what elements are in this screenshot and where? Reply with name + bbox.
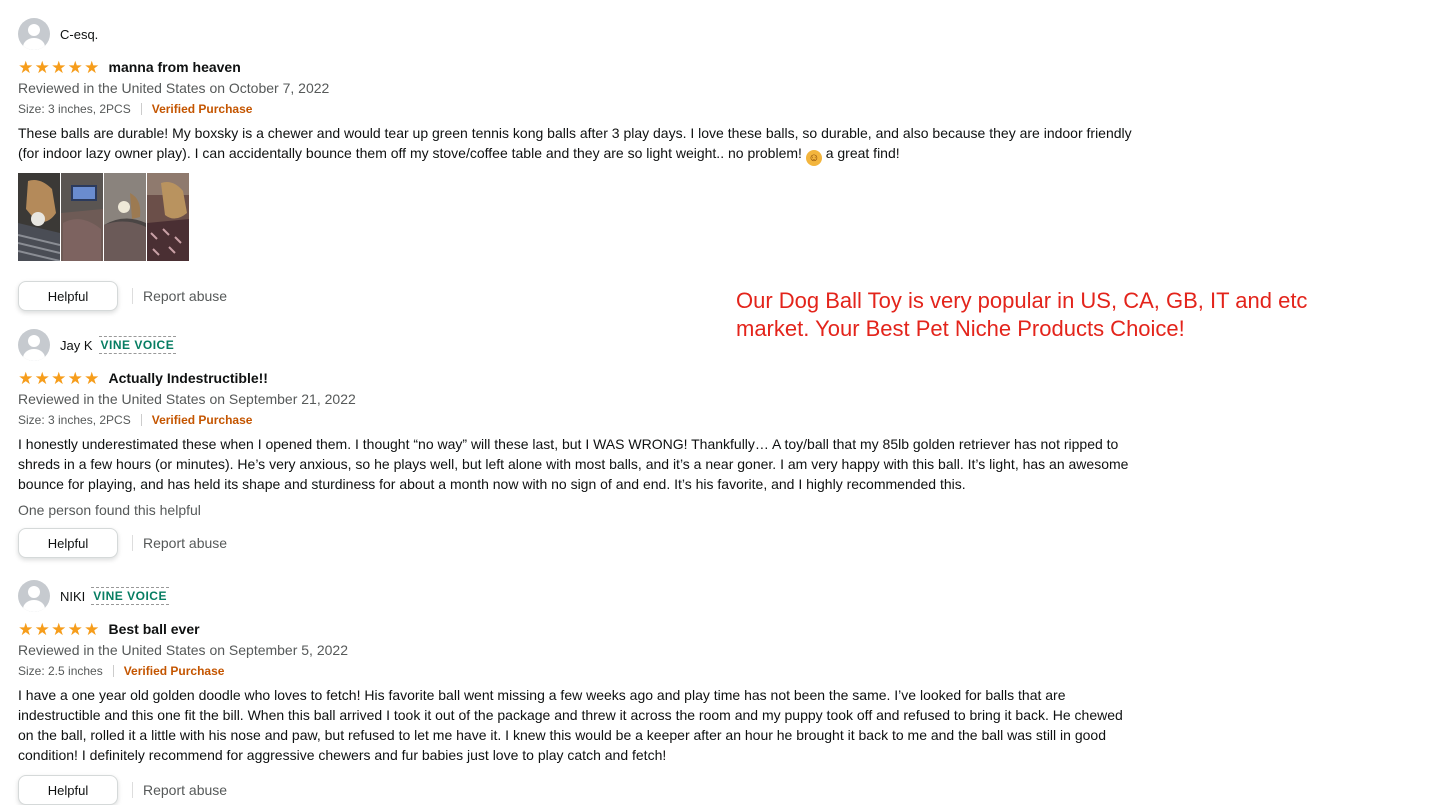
- verified-purchase-badge: Verified Purchase: [123, 664, 225, 678]
- star-icon: ★: [18, 368, 34, 388]
- review-text: I honestly underestimated these when I o…: [18, 436, 1129, 492]
- review-image-thumbnail[interactable]: [104, 173, 146, 261]
- review-date: Reviewed in the United States on Septemb…: [18, 391, 356, 407]
- size-label[interactable]: Size: 3 inches, 2PCS: [18, 102, 131, 116]
- face-emoji-icon: ☺: [805, 150, 822, 166]
- promo-line-2: market. Your Best Pet Niche Products Cho…: [736, 316, 1185, 341]
- star-icon: ★: [34, 57, 50, 77]
- review-date: Reviewed in the United States on Septemb…: [18, 642, 348, 658]
- reviewer-profile[interactable]: NIKI VINE VOICE: [18, 580, 1138, 612]
- review-images: [18, 173, 1138, 261]
- divider: [132, 535, 133, 551]
- review-text: I have a one year old golden doodle who …: [18, 687, 1123, 763]
- star-icon: ★: [34, 619, 50, 639]
- vine-voice-badge[interactable]: VINE VOICE: [91, 587, 169, 605]
- reviewer-name[interactable]: Jay K: [60, 338, 93, 353]
- review-2: Jay K VINE VOICE ★ ★ ★ ★ ★ Actually Inde…: [18, 329, 1138, 558]
- star-icon: ★: [34, 368, 50, 388]
- report-abuse-link[interactable]: Report abuse: [143, 288, 227, 304]
- review-3: NIKI VINE VOICE ★ ★ ★ ★ ★ Best ball ever…: [18, 580, 1138, 805]
- star-icon: ★: [51, 57, 67, 77]
- star-icon: ★: [67, 57, 83, 77]
- divider: [112, 665, 114, 677]
- verified-purchase-badge: Verified Purchase: [151, 102, 253, 116]
- review-text-part: These balls are durable! My boxsky is a …: [18, 125, 1132, 161]
- divider: [140, 103, 142, 115]
- star-icon: ★: [67, 368, 83, 388]
- helpful-button[interactable]: Helpful: [18, 775, 118, 805]
- promo-line-1: Our Dog Ball Toy is very popular in US, …: [736, 288, 1308, 313]
- review-1: C-esq. ★ ★ ★ ★ ★ manna from heaven Revie…: [18, 18, 1138, 311]
- report-abuse-link[interactable]: Report abuse: [143, 782, 227, 798]
- review-text-part: a great find!: [821, 145, 900, 161]
- star-icon: ★: [51, 368, 67, 388]
- star-rating[interactable]: ★ ★ ★ ★ ★: [18, 370, 100, 387]
- reviewer-name[interactable]: NIKI: [60, 589, 85, 604]
- review-image-thumbnail[interactable]: [18, 173, 60, 261]
- size-label[interactable]: Size: 3 inches, 2PCS: [18, 413, 131, 427]
- reviewer-name[interactable]: C-esq.: [60, 27, 98, 42]
- review-image-thumbnail[interactable]: [147, 173, 189, 261]
- star-rating[interactable]: ★ ★ ★ ★ ★: [18, 59, 100, 76]
- avatar[interactable]: [18, 18, 50, 50]
- size-label[interactable]: Size: 2.5 inches: [18, 664, 103, 678]
- verified-purchase-badge: Verified Purchase: [151, 413, 253, 427]
- star-icon: ★: [84, 57, 100, 77]
- report-abuse-link[interactable]: Report abuse: [143, 535, 227, 551]
- divider: [132, 288, 133, 304]
- helpful-button[interactable]: Helpful: [18, 281, 118, 311]
- star-icon: ★: [84, 368, 100, 388]
- star-icon: ★: [18, 619, 34, 639]
- review-date: Reviewed in the United States on October…: [18, 80, 330, 96]
- helpful-count: One person found this helpful: [18, 502, 201, 518]
- promo-text: Our Dog Ball Toy is very popular in US, …: [736, 287, 1356, 343]
- avatar[interactable]: [18, 580, 50, 612]
- divider: [132, 782, 133, 798]
- review-title[interactable]: Actually Indestructible!!: [109, 370, 268, 386]
- review-title[interactable]: manna from heaven: [109, 59, 241, 75]
- review-text: These balls are durable! My boxsky is a …: [18, 123, 1138, 166]
- divider: [140, 414, 142, 426]
- star-icon: ★: [51, 619, 67, 639]
- review-image-thumbnail[interactable]: [61, 173, 103, 261]
- reviewer-profile[interactable]: C-esq.: [18, 18, 1138, 50]
- review-title[interactable]: Best ball ever: [109, 621, 200, 637]
- helpful-button[interactable]: Helpful: [18, 528, 118, 558]
- star-icon: ★: [18, 57, 34, 77]
- star-icon: ★: [84, 619, 100, 639]
- vine-voice-badge[interactable]: VINE VOICE: [98, 336, 177, 354]
- avatar[interactable]: [18, 329, 50, 361]
- star-rating[interactable]: ★ ★ ★ ★ ★: [18, 621, 100, 638]
- star-icon: ★: [67, 619, 83, 639]
